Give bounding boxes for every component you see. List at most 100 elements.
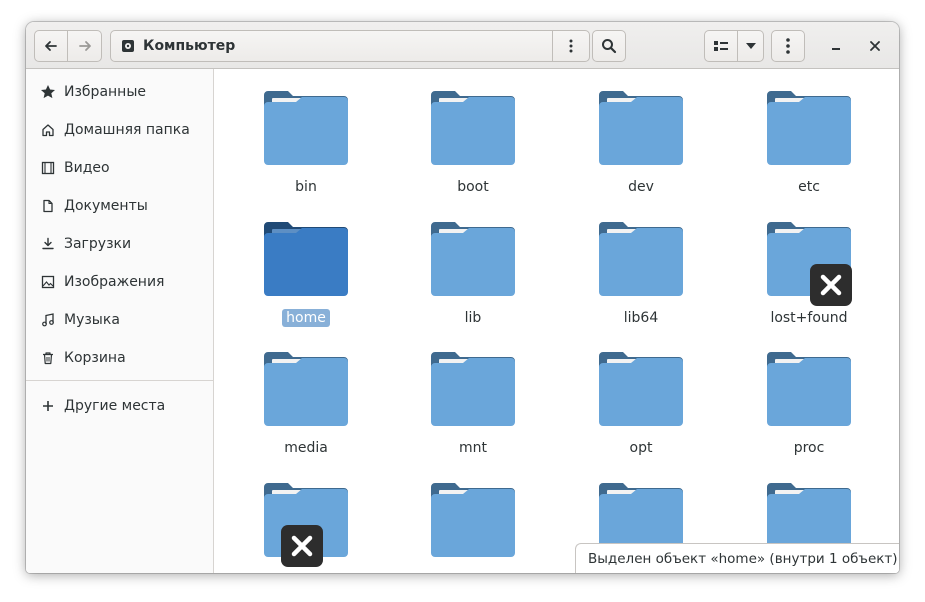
selection-status-bar: Выделен объект «home» (внутри 1 объект) — [575, 543, 899, 573]
path-bar: Компьютер — [110, 30, 590, 62]
plus-icon — [40, 398, 56, 414]
file-name: mnt — [459, 440, 487, 456]
file-item[interactable] — [236, 461, 376, 573]
chevron-down-icon — [745, 43, 756, 49]
sidebar-item-other-locations[interactable]: Другие места — [26, 387, 213, 425]
sidebar-item-video[interactable]: Видео — [26, 149, 213, 187]
sidebar: Избранные Домашняя папка Видео Документы… — [26, 69, 214, 573]
home-icon — [40, 122, 56, 138]
file-item[interactable]: mnt — [403, 330, 543, 456]
file-name: home — [282, 309, 330, 327]
file-name: lib64 — [623, 310, 659, 326]
sidebar-item-label: Музыка — [64, 312, 120, 328]
search-icon — [602, 39, 617, 54]
unreadable-x-icon — [281, 525, 323, 567]
sidebar-item-trash[interactable]: Корзина — [26, 339, 213, 377]
status-text: Выделен объект «home» (внутри 1 объект) — [588, 550, 898, 567]
sidebar-divider — [26, 380, 213, 381]
minimize-button[interactable] — [820, 30, 852, 62]
folder-icon — [431, 352, 515, 426]
minimize-icon — [832, 48, 840, 50]
file-item[interactable] — [403, 461, 543, 573]
file-item[interactable]: bin — [236, 69, 376, 195]
file-name: dev — [628, 179, 654, 195]
sidebar-item-images[interactable]: Изображения — [26, 263, 213, 301]
sidebar-item-label: Видео — [64, 160, 110, 176]
sidebar-item-home[interactable]: Домашняя папка — [26, 111, 213, 149]
folder-icon — [767, 91, 851, 165]
view-mode-group — [704, 30, 764, 62]
drive-icon — [121, 39, 135, 53]
file-name — [302, 570, 310, 573]
folder-icon — [431, 483, 515, 557]
sidebar-item-documents[interactable]: Документы — [26, 187, 213, 225]
video-icon — [40, 160, 56, 176]
back-button[interactable] — [34, 30, 68, 62]
sidebar-item-label: Избранные — [64, 84, 146, 100]
file-item[interactable]: lib64 — [571, 200, 711, 326]
folder-icon — [264, 352, 348, 426]
file-item[interactable]: lib — [403, 200, 543, 326]
arrow-right-icon — [78, 41, 91, 51]
vertical-dots-icon — [786, 38, 790, 54]
file-name: lost+found — [770, 310, 848, 326]
list-view-icon — [714, 41, 728, 51]
file-name: opt — [629, 440, 653, 456]
sidebar-item-label: Документы — [64, 198, 148, 214]
navigation-buttons — [34, 30, 102, 62]
path-current-location[interactable]: Компьютер — [111, 31, 548, 61]
folder-icon — [431, 222, 515, 296]
file-name — [469, 570, 477, 573]
path-menu-button[interactable] — [552, 31, 589, 61]
music-icon — [40, 312, 56, 328]
file-item[interactable]: etc — [739, 69, 879, 195]
sidebar-item-music[interactable]: Музыка — [26, 301, 213, 339]
file-item[interactable]: boot — [403, 69, 543, 195]
download-icon — [40, 236, 56, 252]
file-item[interactable]: media — [236, 330, 376, 456]
close-icon — [870, 41, 880, 51]
sidebar-item-label: Домашняя папка — [64, 122, 190, 138]
file-name: bin — [295, 179, 317, 195]
document-icon — [40, 198, 56, 214]
file-name: media — [284, 440, 328, 456]
file-item[interactable]: proc — [739, 330, 879, 456]
forward-button[interactable] — [68, 30, 102, 62]
unreadable-x-icon — [810, 264, 852, 306]
file-manager-window: Компьютер Избранные Домашняя папка Видео… — [26, 22, 899, 573]
sidebar-item-label: Загрузки — [64, 236, 132, 252]
file-name: lib — [464, 310, 482, 326]
sidebar-item-downloads[interactable]: Загрузки — [26, 225, 213, 263]
vertical-dots-icon — [569, 39, 573, 53]
folder-icon — [264, 222, 348, 296]
folder-icon — [599, 222, 683, 296]
file-item-selected[interactable]: home — [236, 200, 376, 327]
folder-icon — [264, 91, 348, 165]
search-button[interactable] — [592, 30, 626, 62]
file-name: proc — [793, 440, 825, 456]
image-icon — [40, 274, 56, 290]
list-view-button[interactable] — [704, 30, 738, 62]
file-grid: bin boot dev etc home lib lib64 lost+fou… — [214, 69, 899, 573]
file-item[interactable]: lost+found — [739, 200, 879, 326]
sidebar-item-label: Изображения — [64, 274, 165, 290]
trash-icon — [40, 350, 56, 366]
folder-icon — [599, 91, 683, 165]
file-item[interactable]: dev — [571, 69, 711, 195]
folder-icon — [431, 91, 515, 165]
path-location-label: Компьютер — [143, 38, 236, 54]
headerbar: Компьютер — [26, 22, 899, 69]
file-name: boot — [457, 179, 489, 195]
view-options-button[interactable] — [738, 30, 764, 62]
sidebar-item-favorites[interactable]: Избранные — [26, 73, 213, 111]
file-item[interactable]: opt — [571, 330, 711, 456]
file-name: etc — [798, 179, 820, 195]
sidebar-item-label: Корзина — [64, 350, 126, 366]
folder-icon — [767, 352, 851, 426]
close-button[interactable] — [859, 30, 891, 62]
sidebar-item-label: Другие места — [64, 398, 166, 414]
main-menu-button[interactable] — [771, 30, 805, 62]
folder-icon — [599, 352, 683, 426]
star-icon — [40, 84, 56, 100]
arrow-left-icon — [45, 41, 57, 51]
